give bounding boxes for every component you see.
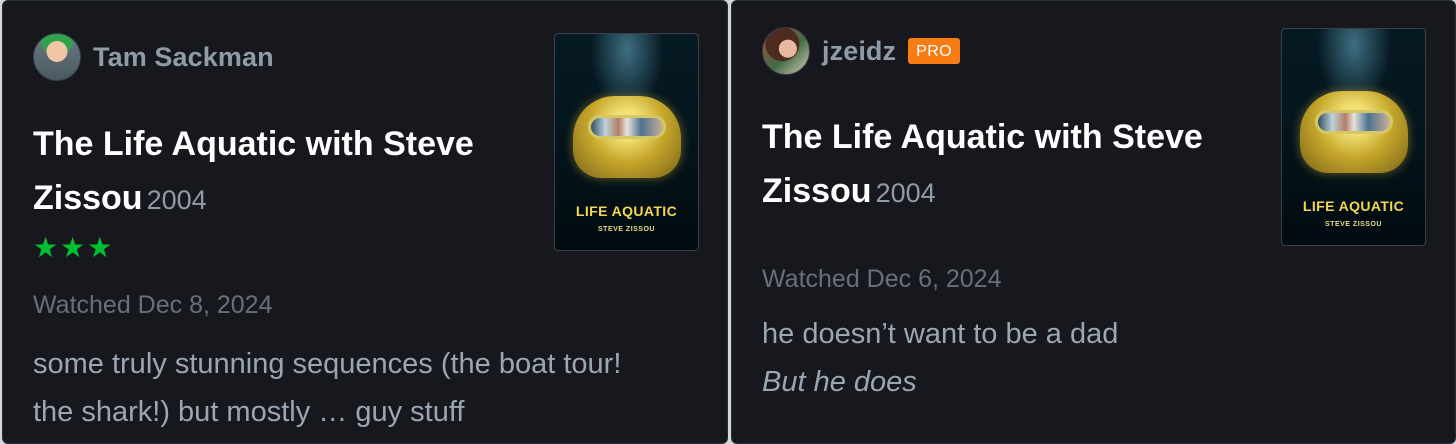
review-card-1[interactable]: Tam Sackman The Life Aquatic with Steve … (2, 0, 728, 444)
film-title-text[interactable]: The Life Aquatic with Steve Zissou (762, 118, 1203, 210)
rating: ★★★ (33, 232, 115, 263)
reviewer[interactable]: Tam Sackman (33, 33, 274, 81)
submarine-window (588, 115, 666, 139)
review-card-2[interactable]: jzeidz PRO The Life Aquatic with Steve Z… (731, 0, 1456, 444)
username[interactable]: jzeidz (822, 36, 896, 67)
pro-badge: PRO (908, 38, 960, 64)
poster-subtitle: STEVE ZISSOU (598, 226, 655, 233)
film-title[interactable]: The Life Aquatic with Steve Zissou 2004 (33, 117, 543, 227)
avatar[interactable] (33, 33, 81, 81)
avatar[interactable] (762, 27, 810, 75)
review-text: some truly stunning sequences (the boat … (33, 348, 622, 428)
poster-title: LIFE AQUATIC (1302, 198, 1405, 214)
film-year[interactable]: 2004 (147, 185, 207, 215)
poster-subtitle: STEVE ZISSOU (1325, 221, 1382, 228)
review-cards: Tam Sackman The Life Aquatic with Steve … (0, 0, 1456, 444)
watched-date: Watched Dec 6, 2024 (762, 265, 1002, 293)
film-poster[interactable]: LIFE AQUATIC STEVE ZISSOU (1281, 28, 1426, 246)
review-line: he doesn’t want to be a dad (762, 318, 1119, 350)
film-poster[interactable]: LIFE AQUATIC STEVE ZISSOU (554, 33, 699, 251)
review-line-italic: But he does (762, 366, 917, 398)
film-title[interactable]: The Life Aquatic with Steve Zissou 2004 (762, 110, 1272, 220)
username[interactable]: Tam Sackman (93, 42, 274, 73)
reviewer[interactable]: jzeidz PRO (762, 27, 960, 75)
watched-date: Watched Dec 8, 2024 (33, 291, 273, 319)
film-title-text[interactable]: The Life Aquatic with Steve Zissou (33, 125, 474, 217)
submarine-window (1315, 110, 1393, 134)
review-text: he doesn’t want to be a dad But he does (762, 310, 1382, 406)
poster-title: LIFE AQUATIC (575, 203, 678, 219)
film-year[interactable]: 2004 (876, 178, 936, 208)
